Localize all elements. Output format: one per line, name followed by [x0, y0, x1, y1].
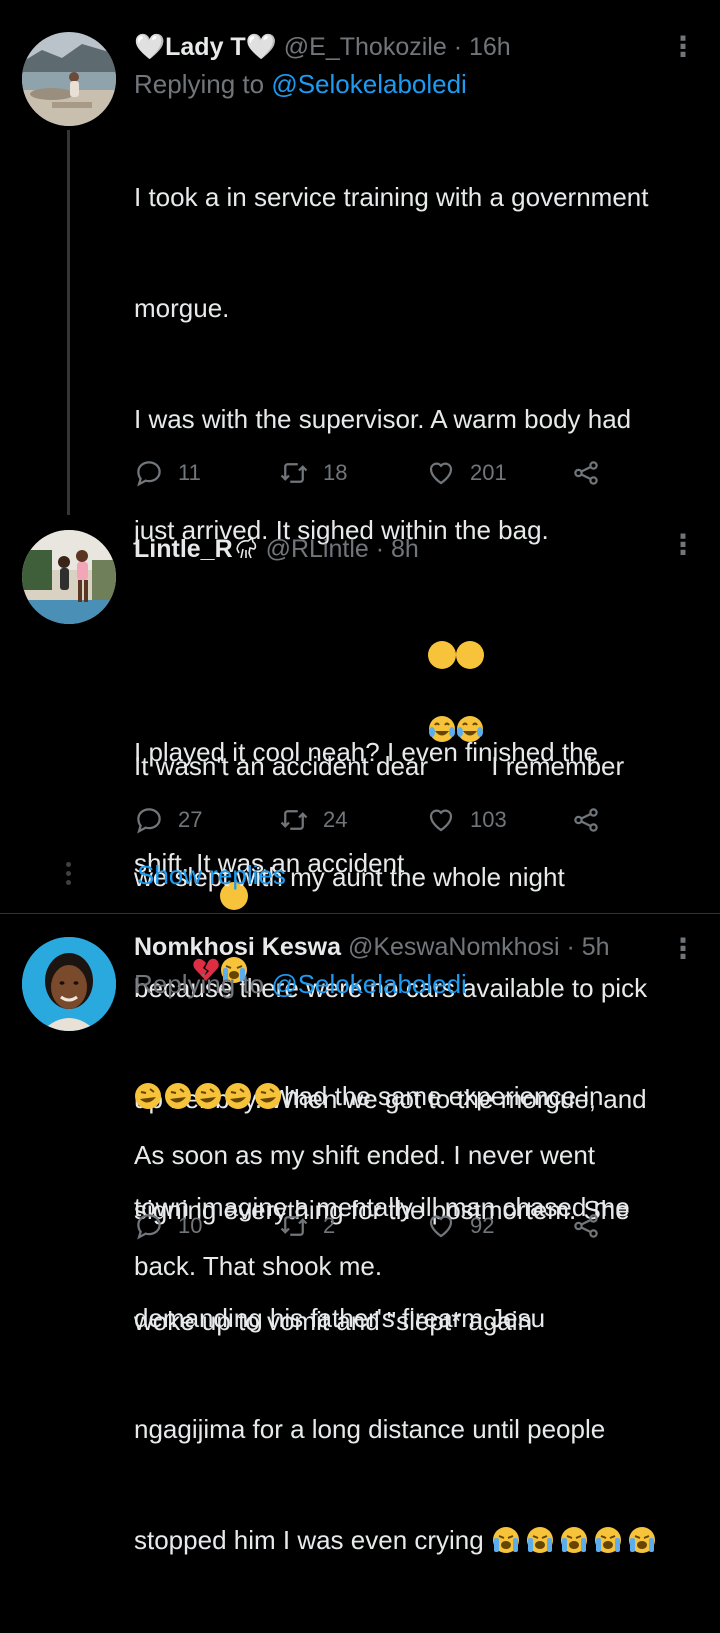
reply-count: 27 — [178, 807, 203, 832]
like-icon — [429, 809, 453, 832]
tweet-actions: 27 24 103 — [134, 800, 614, 840]
reply-button[interactable]: 10 — [134, 1206, 202, 1246]
like-count: 92 — [470, 1213, 495, 1238]
tweet-3[interactable]: ⋮ Nomkhosi Keswa @KeswaNomkhosi · 5h Rep… — [0, 914, 720, 1555]
reply-icon — [137, 1214, 161, 1240]
tweet-text: had the same experience in town imagine … — [134, 1004, 698, 1633]
share-icon — [574, 808, 598, 832]
retweet-count: 2 — [323, 1213, 336, 1238]
rofl-emoji-row — [134, 1081, 284, 1111]
handle[interactable]: @KeswaNomkhosi — [348, 933, 560, 961]
retweet-button[interactable]: 24 — [279, 800, 347, 840]
retweet-icon — [280, 1216, 308, 1236]
like-button[interactable]: 92 — [426, 1206, 494, 1246]
tweet-header: Lintle_R @RLintle · 8h — [134, 535, 419, 563]
show-replies-link[interactable]: Show replies — [137, 855, 286, 895]
share-icon — [574, 1214, 598, 1238]
retweet-button[interactable]: 2 — [279, 1206, 335, 1246]
like-count: 103 — [470, 807, 507, 832]
retweet-count: 24 — [323, 807, 348, 832]
like-icon — [429, 1215, 453, 1238]
share-button[interactable] — [571, 800, 615, 840]
avatar[interactable] — [22, 937, 116, 1031]
retweet-icon — [280, 810, 308, 830]
horse-icon — [233, 535, 259, 561]
show-replies-dots — [66, 862, 71, 889]
reply-icon — [137, 808, 161, 834]
tears-of-joy-emoji — [456, 641, 485, 742]
crying-emoji-row — [491, 1525, 663, 1555]
display-name[interactable]: Lintle_R — [134, 535, 233, 563]
timestamp[interactable]: 8h — [391, 535, 419, 563]
tweet-2[interactable]: ⋮ Lintle_R @RLintle · 8h It wasn't an ac… — [0, 0, 720, 1336]
mention-link[interactable]: @Selokelaboledi — [271, 969, 467, 999]
display-name[interactable]: Nomkhosi Keswa — [134, 933, 341, 961]
tweet-header: Nomkhosi Keswa @KeswaNomkhosi · 5h — [134, 933, 610, 961]
reply-count: 10 — [178, 1213, 203, 1238]
handle[interactable]: @RLintle — [266, 535, 369, 563]
like-button[interactable]: 103 — [426, 800, 507, 840]
replying-to: Replying to @Selokelaboledi — [134, 969, 467, 999]
tears-of-joy-emoji — [428, 641, 457, 742]
share-button[interactable] — [571, 1206, 615, 1246]
tweet-actions: 10 2 92 — [134, 1206, 614, 1246]
reply-button[interactable]: 27 — [134, 800, 202, 840]
timestamp[interactable]: 5h — [582, 933, 610, 961]
avatar[interactable] — [22, 530, 116, 624]
